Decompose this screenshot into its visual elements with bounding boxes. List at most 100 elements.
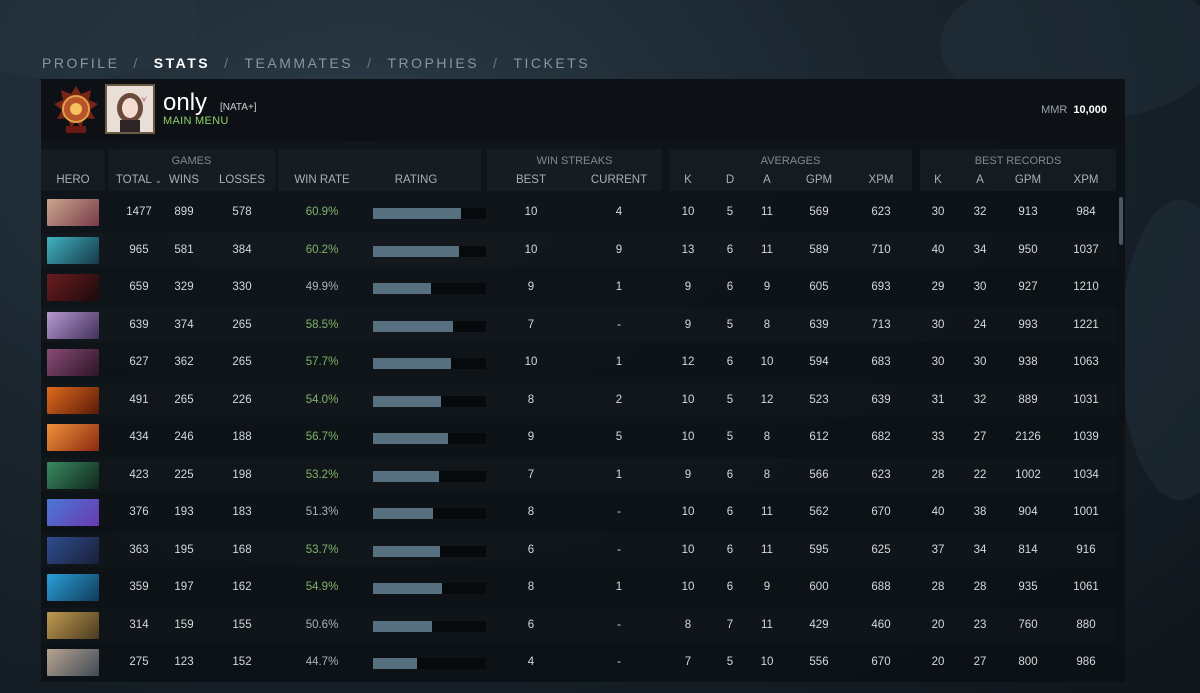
cell-rk: 30 bbox=[931, 318, 945, 331]
mmr-label: MMR bbox=[1041, 104, 1068, 116]
scrollbar[interactable] bbox=[1119, 197, 1123, 245]
hero-portrait[interactable] bbox=[47, 274, 99, 301]
cell-wins: 193 bbox=[174, 506, 194, 518]
cell-best: 10 bbox=[524, 206, 538, 218]
tab-profile[interactable]: PROFILE bbox=[42, 55, 119, 71]
cell-rgpm: 938 bbox=[1018, 356, 1038, 368]
hero-portrait[interactable] bbox=[47, 311, 99, 339]
cell-best: 9 bbox=[527, 431, 535, 443]
table-row[interactable]: 363 195 168 53.7% 6 - 10 6 11 595 625 37 34 814 916 bbox=[41, 533, 1117, 567]
table-row[interactable]: 1477 899 578 60.9% 10 4 10 5 11 569 623 30 32 913 984 bbox=[41, 195, 1117, 229]
column-header-avg-kills[interactable]: K bbox=[678, 174, 698, 186]
hero-portrait[interactable] bbox=[47, 611, 99, 639]
cell-best: 7 bbox=[527, 468, 535, 481]
column-header-current-streak[interactable]: CURRENT bbox=[587, 174, 651, 186]
cell-k: 10 bbox=[681, 543, 695, 556]
cell-ra: 27 bbox=[973, 656, 987, 668]
immortal-rank-medal-icon bbox=[51, 84, 101, 136]
table-row[interactable]: 639 374 265 58.5% 7 - 9 5 8 639 713 30 24 993 1221 bbox=[41, 308, 1117, 342]
cell-xpm: 625 bbox=[871, 543, 891, 556]
cell-rxpm: 916 bbox=[1076, 543, 1096, 556]
table-row[interactable]: 659 329 330 49.9% 9 1 9 6 9 605 693 29 30 927 1210 bbox=[41, 270, 1117, 304]
tab-teammates[interactable]: TEAMMATES bbox=[245, 55, 354, 71]
hero-portrait[interactable] bbox=[47, 574, 99, 601]
tab-tickets[interactable]: TICKETS bbox=[513, 55, 590, 71]
cell-best: 10 bbox=[524, 356, 538, 368]
column-header-best-kills[interactable]: K bbox=[928, 174, 948, 186]
table-row[interactable]: 376 193 183 51.3% 8 - 10 6 11 562 670 40 38 904 1001 bbox=[41, 495, 1117, 529]
hero-portrait[interactable] bbox=[47, 349, 99, 376]
tab-trophies[interactable]: TROPHIES bbox=[387, 55, 479, 71]
tab-stats[interactable]: STATS bbox=[154, 55, 210, 71]
table-row[interactable]: 275 123 152 44.7% 4 - 7 5 10 556 670 20 27 800 986 bbox=[41, 645, 1117, 679]
avatar[interactable] bbox=[105, 84, 155, 134]
cell-wins: 246 bbox=[174, 431, 194, 443]
cell-losses: 265 bbox=[232, 318, 252, 331]
table-row[interactable]: 359 197 162 54.9% 8 1 10 6 9 600 688 28 28 935 1061 bbox=[41, 570, 1117, 604]
hero-portrait[interactable] bbox=[47, 386, 99, 414]
column-header-avg-gpm[interactable]: GPM bbox=[801, 174, 837, 186]
rating-bar-fill bbox=[373, 208, 462, 219]
cell-best: 8 bbox=[527, 393, 535, 406]
table-row[interactable]: 627 362 265 57.7% 10 1 12 6 10 594 683 30 30 938 1063 bbox=[41, 345, 1117, 379]
column-header-losses[interactable]: LOSSES bbox=[213, 174, 271, 186]
cell-a: 11 bbox=[761, 618, 773, 631]
hero-portrait[interactable] bbox=[47, 236, 99, 264]
cell-losses: 168 bbox=[232, 543, 252, 556]
column-header-best-gpm[interactable]: GPM bbox=[1010, 174, 1046, 186]
column-header-hero[interactable]: HERO bbox=[41, 174, 105, 186]
cell-wins: 197 bbox=[174, 581, 194, 593]
cell-best: 9 bbox=[527, 281, 535, 293]
cell-gpm: 569 bbox=[809, 206, 829, 218]
table-row[interactable]: 491 265 226 54.0% 8 2 10 5 12 523 639 31 32 889 1031 bbox=[41, 383, 1117, 417]
column-header-total[interactable]: TOTAL ⌄ bbox=[113, 174, 165, 186]
hero-portrait[interactable] bbox=[47, 499, 99, 526]
cell-rgpm: 993 bbox=[1018, 318, 1038, 331]
column-header-best-assists[interactable]: A bbox=[970, 174, 990, 186]
cell-win-rate: 58.5% bbox=[305, 318, 339, 331]
cell-gpm: 612 bbox=[809, 431, 829, 443]
hero-portrait[interactable] bbox=[47, 536, 99, 564]
nav-separator: / bbox=[133, 55, 140, 71]
cell-current: 9 bbox=[615, 243, 623, 256]
hero-portrait[interactable] bbox=[47, 461, 99, 489]
cell-total: 965 bbox=[129, 243, 149, 256]
cell-rgpm: 889 bbox=[1018, 393, 1038, 406]
cell-a: 8 bbox=[763, 318, 771, 331]
rating-bar bbox=[373, 283, 486, 294]
column-header-avg-xpm[interactable]: XPM bbox=[863, 174, 899, 186]
cell-k: 10 bbox=[681, 393, 695, 406]
cell-rk: 33 bbox=[931, 431, 945, 443]
column-header-best-streak[interactable]: BEST bbox=[511, 174, 551, 186]
column-header-avg-deaths[interactable]: D bbox=[720, 174, 740, 186]
cell-d: 6 bbox=[726, 356, 734, 368]
column-header-wins[interactable]: WINS bbox=[165, 174, 203, 186]
hero-portrait[interactable] bbox=[47, 424, 99, 451]
cell-total: 491 bbox=[129, 393, 149, 406]
rating-bar bbox=[373, 658, 486, 669]
rating-bar-fill bbox=[373, 583, 442, 594]
nav-separator: / bbox=[367, 55, 374, 71]
hero-portrait[interactable] bbox=[47, 199, 99, 226]
cell-xpm: 693 bbox=[871, 281, 891, 293]
cell-a: 9 bbox=[763, 581, 771, 593]
table-row[interactable]: 434 246 188 56.7% 9 5 10 5 8 612 682 33 27 2126 1039 bbox=[41, 420, 1117, 454]
main-menu-link[interactable]: MAIN MENU bbox=[163, 115, 229, 127]
column-header-rating[interactable]: RATING bbox=[381, 174, 451, 186]
table-row[interactable]: 423 225 198 53.2% 7 1 9 6 8 566 623 28 22 1002 1034 bbox=[41, 458, 1117, 492]
cell-total: 275 bbox=[129, 656, 149, 668]
column-header-win-rate[interactable]: WIN RATE bbox=[285, 174, 359, 186]
cell-rxpm: 1031 bbox=[1073, 393, 1099, 406]
table-row[interactable]: 965 581 384 60.2% 10 9 13 6 11 589 710 40 34 950 1037 bbox=[41, 233, 1117, 267]
cell-wins: 225 bbox=[174, 468, 194, 481]
cell-win-rate: 51.3% bbox=[305, 506, 339, 518]
cell-a: 12 bbox=[760, 393, 774, 406]
table-row[interactable]: 314 159 155 50.6% 6 - 8 7 11 429 460 20 23 760 880 bbox=[41, 608, 1117, 642]
cell-rgpm: 904 bbox=[1018, 506, 1038, 518]
column-header-best-xpm[interactable]: XPM bbox=[1068, 174, 1104, 186]
hero-portrait[interactable] bbox=[47, 649, 99, 676]
cell-rk: 20 bbox=[931, 656, 945, 668]
column-header-avg-assists[interactable]: A bbox=[757, 174, 777, 186]
cell-rxpm: 1210 bbox=[1073, 281, 1099, 293]
cell-rxpm: 1221 bbox=[1073, 318, 1099, 331]
